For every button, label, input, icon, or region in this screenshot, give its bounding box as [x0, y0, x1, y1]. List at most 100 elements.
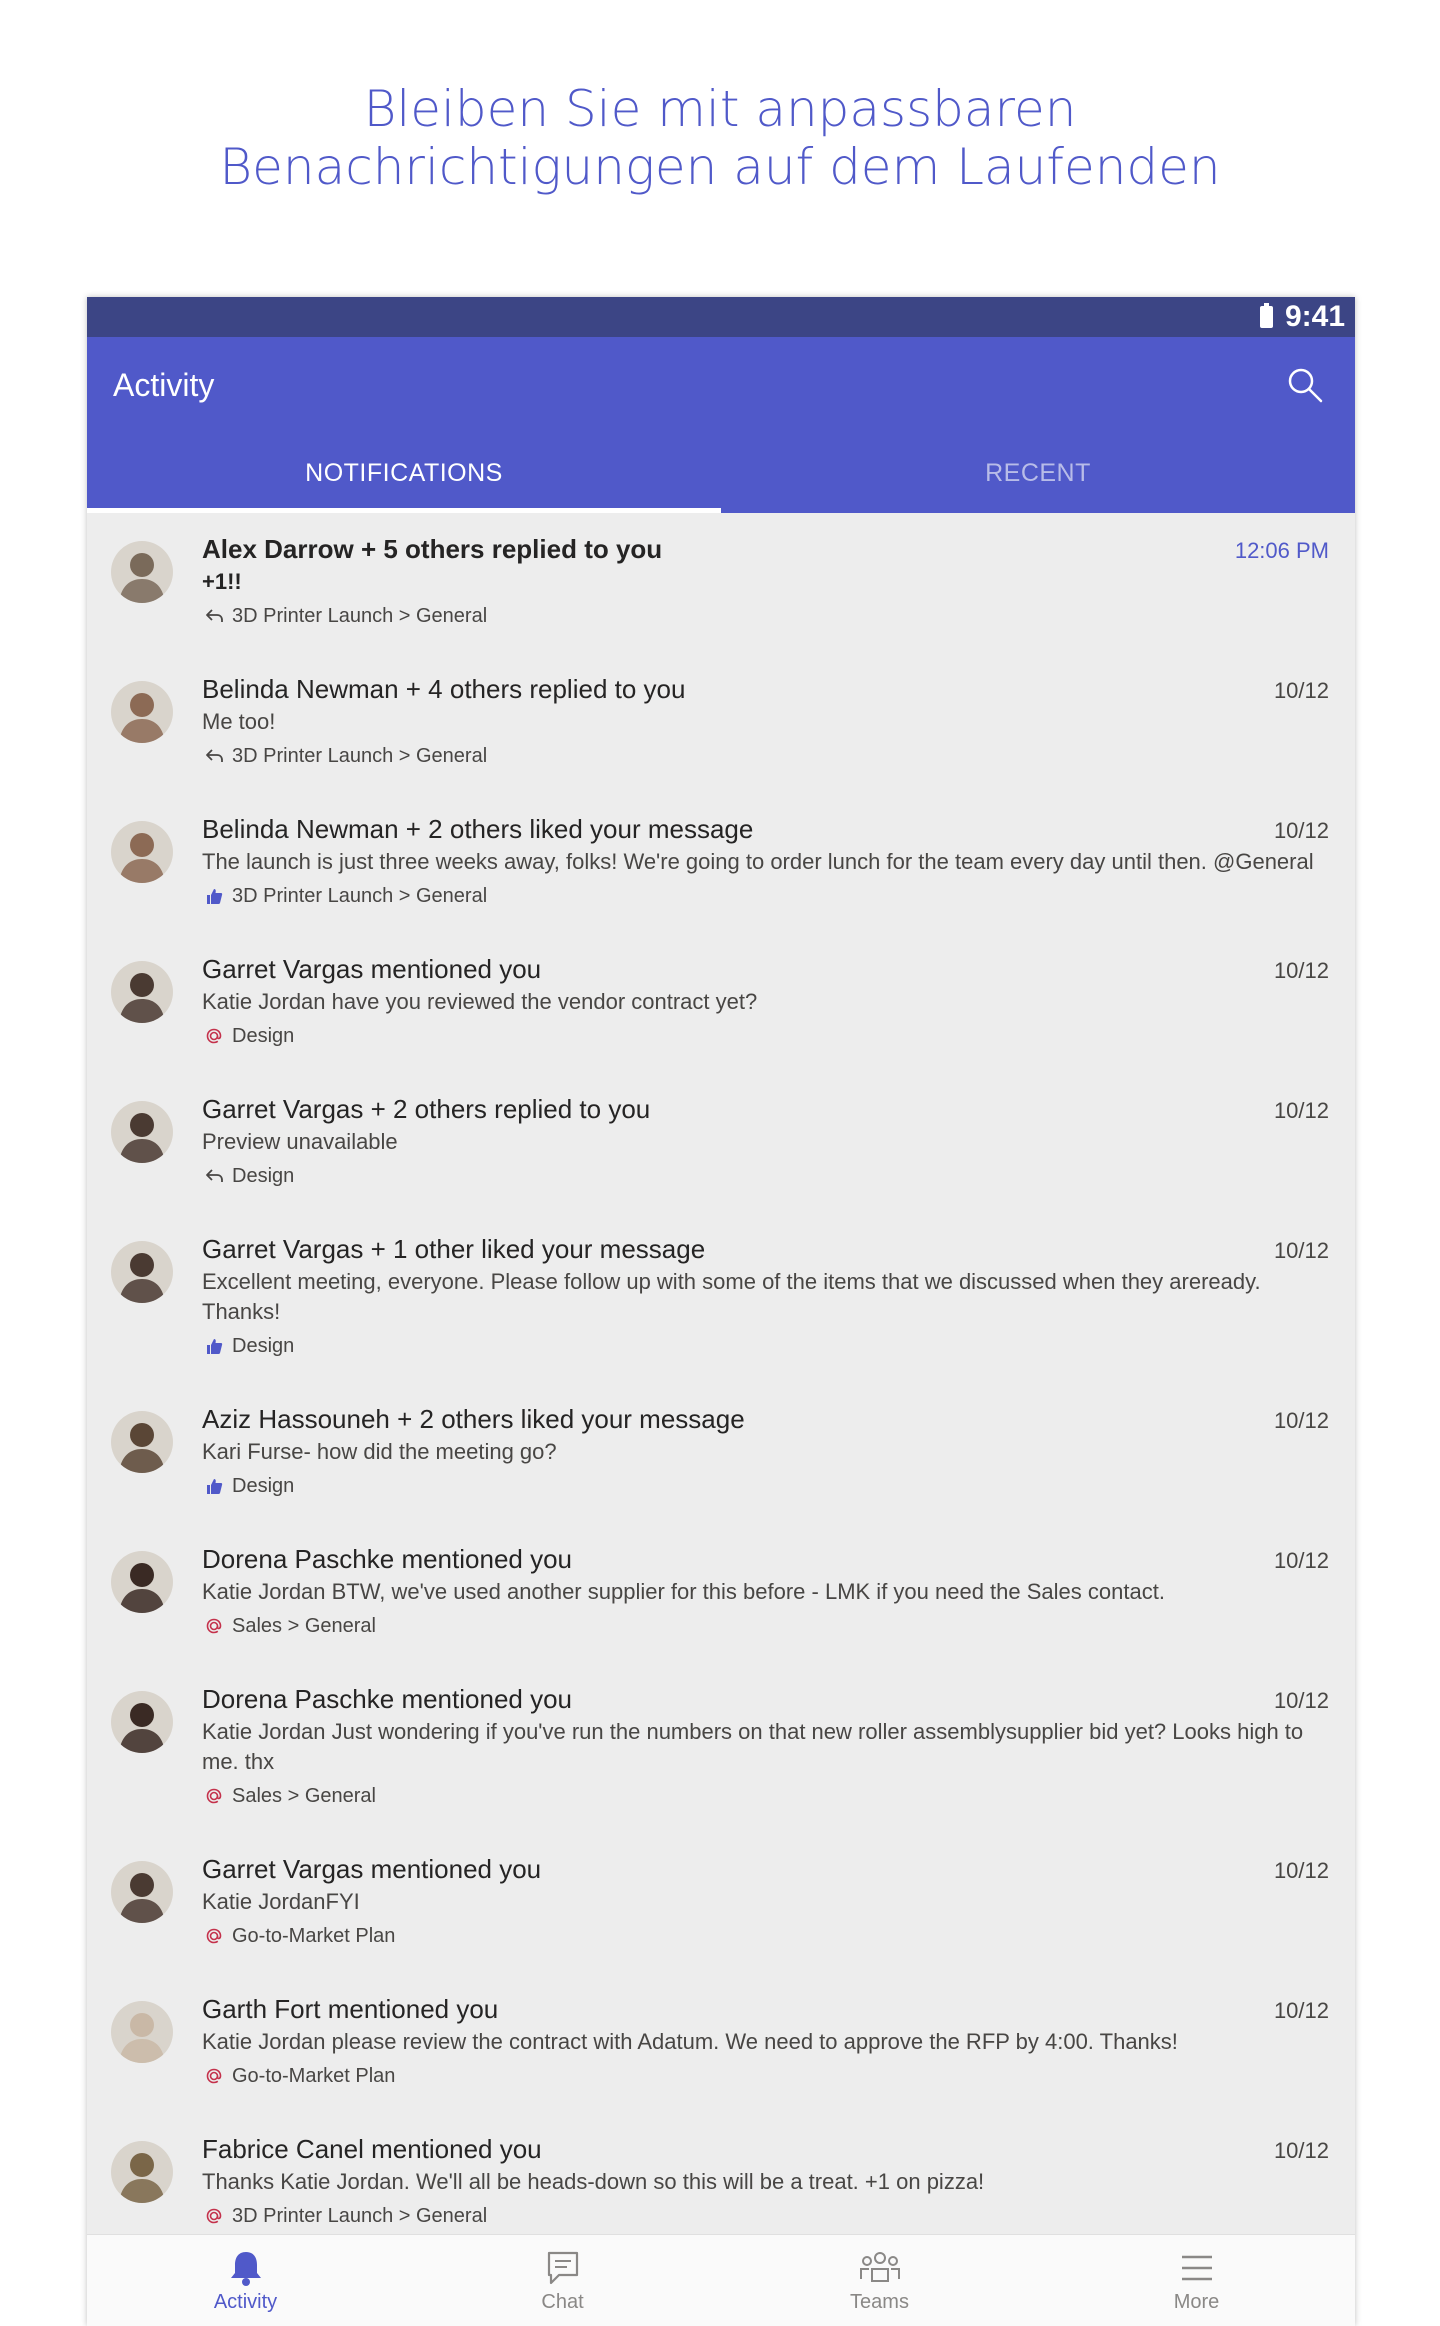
notification-channel: Design: [202, 1159, 1329, 1193]
notification-title: Garret Vargas + 1 other liked your messa…: [202, 1234, 706, 1264]
notification-time: 10/12: [1273, 1998, 1329, 2023]
nav-activity[interactable]: Activity: [87, 2235, 404, 2326]
avatar: [111, 681, 173, 743]
notification-item[interactable]: Dorena Paschke mentioned you 10/12 Katie J…: [87, 1523, 1355, 1663]
notification-header: Garret Vargas + 2 others replied to you 1…: [202, 1093, 1329, 1127]
notification-header: Garret Vargas + 1 other liked your messa…: [202, 1233, 1329, 1267]
nav-activity-label: Activity: [213, 2291, 278, 2313]
mention-icon: [202, 1784, 226, 1808]
notification-item[interactable]: Aziz Hassouneh + 2 others liked your mes…: [87, 1383, 1355, 1523]
like-icon: [202, 884, 226, 908]
notification-item[interactable]: Fabrice Canel mentioned you 10/12 Thanks K…: [87, 2113, 1355, 2253]
notification-title: Aziz Hassouneh + 2 others liked your mes…: [202, 1404, 745, 1434]
notification-channel: Design: [202, 1329, 1329, 1363]
notification-preview: Katie Jordan please review the contract …: [202, 2029, 1178, 2054]
notification-title: Dorena Paschke mentioned you: [202, 1684, 573, 1714]
headline-line-2: Benachrichtigungen auf dem Laufenden: [219, 138, 1221, 196]
bottom-navigation: Activity Chat Teams More: [87, 2234, 1355, 2326]
channel-path: Design: [232, 1165, 295, 1187]
notification-channel: 3D Printer Launch > General: [202, 2199, 1329, 2233]
more-icon: [1179, 2247, 1215, 2287]
channel-path: Go-to-Market Plan: [232, 1925, 396, 1947]
notification-item[interactable]: Garth Fort mentioned you 10/12 Katie Jorda…: [87, 1973, 1355, 2113]
notification-item[interactable]: Garret Vargas + 1 other liked your messa…: [87, 1213, 1355, 1383]
notification-header: Fabrice Canel mentioned you 10/12: [202, 2133, 1329, 2167]
mention-icon: [202, 2064, 226, 2088]
reply-icon: [202, 604, 226, 628]
channel-path: Design: [232, 1335, 295, 1357]
nav-teams-label: Teams: [850, 2291, 909, 2313]
avatar: [111, 1861, 173, 1923]
battery-icon: [1259, 303, 1273, 328]
notification-item[interactable]: Garret Vargas mentioned you 10/12 Katie Jo…: [87, 1833, 1355, 1973]
bell-icon: [228, 2247, 264, 2287]
notification-channel: Sales > General: [202, 1779, 1329, 1813]
status-bar: 9:41: [87, 297, 1355, 337]
notification-time: 10/12: [1273, 1408, 1329, 1433]
avatar: [111, 821, 173, 883]
notification-item[interactable]: Alex Darrow + 5 others replied to you 12:…: [87, 513, 1355, 653]
channel-path: 3D Printer Launch > General: [232, 745, 488, 767]
notification-preview: Me too!: [202, 709, 276, 734]
nav-teams[interactable]: Teams: [721, 2235, 1038, 2326]
notification-header: Garret Vargas mentioned you 10/12: [202, 1853, 1329, 1887]
app-bar: Activity: [87, 337, 1355, 433]
notification-time: 10/12: [1273, 1858, 1329, 1883]
notification-item[interactable]: Belinda Newman + 2 others liked your mes…: [87, 793, 1355, 933]
notification-header: Belinda Newman + 2 others liked your mes…: [202, 813, 1329, 847]
notification-header: Aziz Hassouneh + 2 others liked your mes…: [202, 1403, 1329, 1437]
headline-line-1: Bleiben Sie mit anpassbaren: [363, 80, 1077, 138]
notification-list: Alex Darrow + 5 others replied to you 12:…: [87, 513, 1355, 2253]
notification-item[interactable]: Dorena Paschke mentioned you 10/12 Katie J…: [87, 1663, 1355, 1833]
notification-preview: Katie Jordan have you reviewed the vendo…: [202, 989, 758, 1014]
avatar: [111, 1551, 173, 1613]
notification-header: Belinda Newman + 4 others replied to you…: [202, 673, 1329, 707]
nav-chat-label: Chat: [541, 2291, 584, 2313]
avatar: [111, 1411, 173, 1473]
channel-path: 3D Printer Launch > General: [232, 2205, 488, 2227]
tab-bar: NOTIFICATIONS RECENT: [87, 433, 1355, 513]
channel-path: Design: [232, 1475, 295, 1497]
notification-channel: 3D Printer Launch > General: [202, 739, 1329, 773]
notification-preview: Thanks Katie Jordan. We'll all be heads-…: [202, 2169, 985, 2194]
notification-item[interactable]: Belinda Newman + 4 others replied to you…: [87, 653, 1355, 793]
notification-title: Alex Darrow + 5 others replied to you: [202, 534, 663, 564]
notification-title: Garret Vargas mentioned you: [202, 954, 542, 984]
notification-time: 10/12: [1273, 1098, 1329, 1123]
notification-channel: Go-to-Market Plan: [202, 2059, 1329, 2093]
notification-channel: Go-to-Market Plan: [202, 1919, 1329, 1953]
notification-header: Garret Vargas mentioned you 10/12: [202, 953, 1329, 987]
notification-title: Belinda Newman + 4 others replied to you: [202, 674, 686, 704]
chat-icon: [545, 2247, 581, 2287]
tab-notifications[interactable]: NOTIFICATIONS: [87, 433, 721, 513]
mention-icon: [202, 1924, 226, 1948]
notification-item[interactable]: Garret Vargas mentioned you 10/12 Katie Jo…: [87, 933, 1355, 1073]
notification-header: Dorena Paschke mentioned you 10/12: [202, 1683, 1329, 1717]
nav-chat[interactable]: Chat: [404, 2235, 721, 2326]
channel-path: 3D Printer Launch > General: [232, 605, 488, 627]
notification-item[interactable]: Garret Vargas + 2 others replied to you 1…: [87, 1073, 1355, 1213]
notification-title: Garth Fort mentioned you: [202, 1994, 499, 2024]
nav-more-label: More: [1173, 2291, 1220, 2313]
notification-title: Garret Vargas + 2 others replied to you: [202, 1094, 651, 1124]
notification-title: Dorena Paschke mentioned you: [202, 1544, 573, 1574]
promo-headline: Bleiben Sie mit anpassbaren Benachrichti…: [0, 80, 1440, 196]
avatar: [111, 1101, 173, 1163]
tablet-screen: 9:41 Activity NOTIFICATIONS RECENT Alex …: [87, 297, 1355, 2326]
channel-path: Design: [232, 1025, 295, 1047]
notification-preview: Kari Furse- how did the meeting go?: [202, 1439, 557, 1464]
notification-channel: 3D Printer Launch > General: [202, 879, 1329, 913]
tab-recent[interactable]: RECENT: [721, 433, 1355, 513]
like-icon: [202, 1474, 226, 1498]
mention-icon: [202, 1614, 226, 1638]
notification-preview: +1!!: [202, 569, 242, 594]
avatar: [111, 2141, 173, 2203]
notification-header: Garth Fort mentioned you 10/12: [202, 1993, 1329, 2027]
notification-time: 10/12: [1273, 818, 1329, 843]
notification-channel: Design: [202, 1019, 1329, 1053]
search-icon[interactable]: [1285, 365, 1325, 405]
nav-more[interactable]: More: [1038, 2235, 1355, 2326]
avatar: [111, 961, 173, 1023]
notification-channel: Sales > General: [202, 1609, 1329, 1643]
notification-time: 10/12: [1273, 1688, 1329, 1713]
